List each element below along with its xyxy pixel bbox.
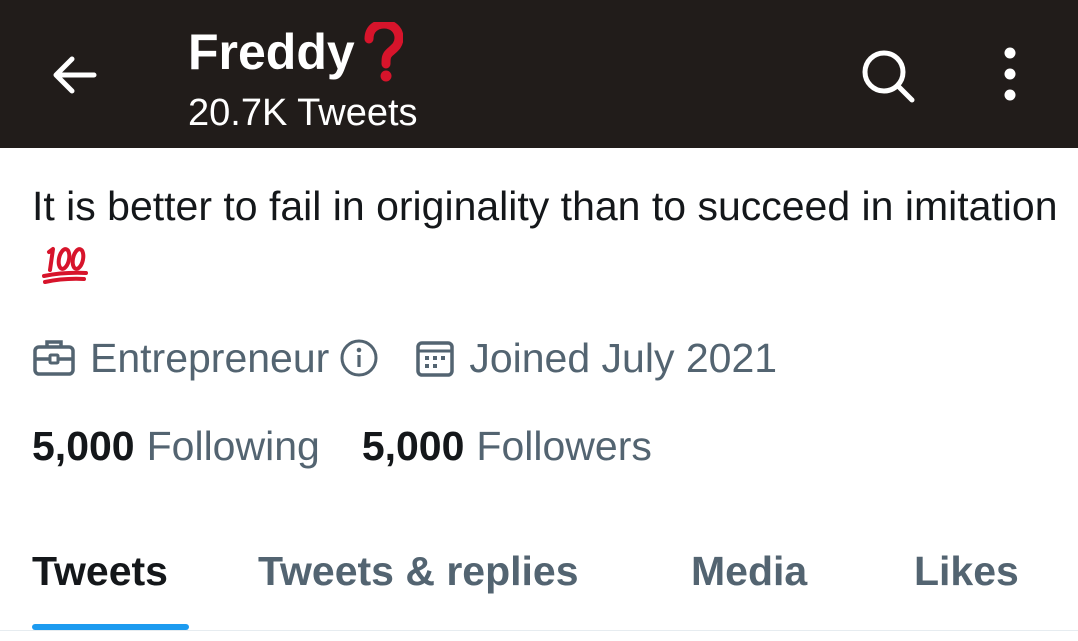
hundred-points-emoji-icon (42, 247, 88, 284)
following-count: 5,000 (32, 422, 135, 469)
profession-label: Entrepreneur (90, 334, 330, 381)
profile-title: Freddy 20.7K Tweets (188, 20, 418, 132)
bio-text: It is better to fail in originality than… (32, 183, 1058, 229)
profession-item: Entrepreneur (32, 335, 415, 382)
tabs-divider (0, 630, 1078, 631)
briefcase-icon (33, 340, 75, 376)
more-vertical-icon (1004, 47, 1016, 101)
follow-stats: 5,000 Following 5,000 Followers (32, 420, 652, 472)
calendar-icon (416, 341, 455, 377)
followers-count: 5,000 (361, 422, 465, 469)
following-link[interactable]: 5,000 Following (32, 423, 320, 470)
search-button[interactable] (858, 46, 918, 106)
back-arrow-icon (53, 56, 97, 94)
joined-date: Joined July 2021 (469, 334, 778, 381)
red-question-mark-icon (364, 22, 403, 82)
followers-link[interactable]: 5,000 Followers (362, 423, 652, 470)
search-icon (862, 50, 915, 103)
tab-likes[interactable]: Likes (914, 548, 1019, 595)
more-options-button[interactable] (988, 44, 1032, 106)
profile-tabs: Tweets Tweets & replies Media Likes (0, 540, 1078, 630)
tab-media[interactable]: Media (691, 548, 807, 595)
profile-name: Freddy (188, 24, 355, 80)
back-button[interactable] (44, 50, 104, 100)
joined-item: Joined July 2021 (415, 335, 777, 382)
followers-label: Followers (476, 422, 652, 469)
profile-bio: It is better to fail in originality than… (32, 176, 1062, 296)
tab-tweets[interactable]: Tweets (32, 548, 168, 595)
following-label: Following (146, 422, 320, 469)
tweet-count: 20.7K Tweets (188, 92, 418, 134)
profile-header: Freddy 20.7K Tweets (0, 0, 1078, 148)
tab-tweets-and-replies[interactable]: Tweets & replies (258, 548, 579, 595)
info-icon[interactable] (339, 338, 379, 378)
profile-meta: Entrepreneur Joined July 2021 (32, 332, 777, 384)
